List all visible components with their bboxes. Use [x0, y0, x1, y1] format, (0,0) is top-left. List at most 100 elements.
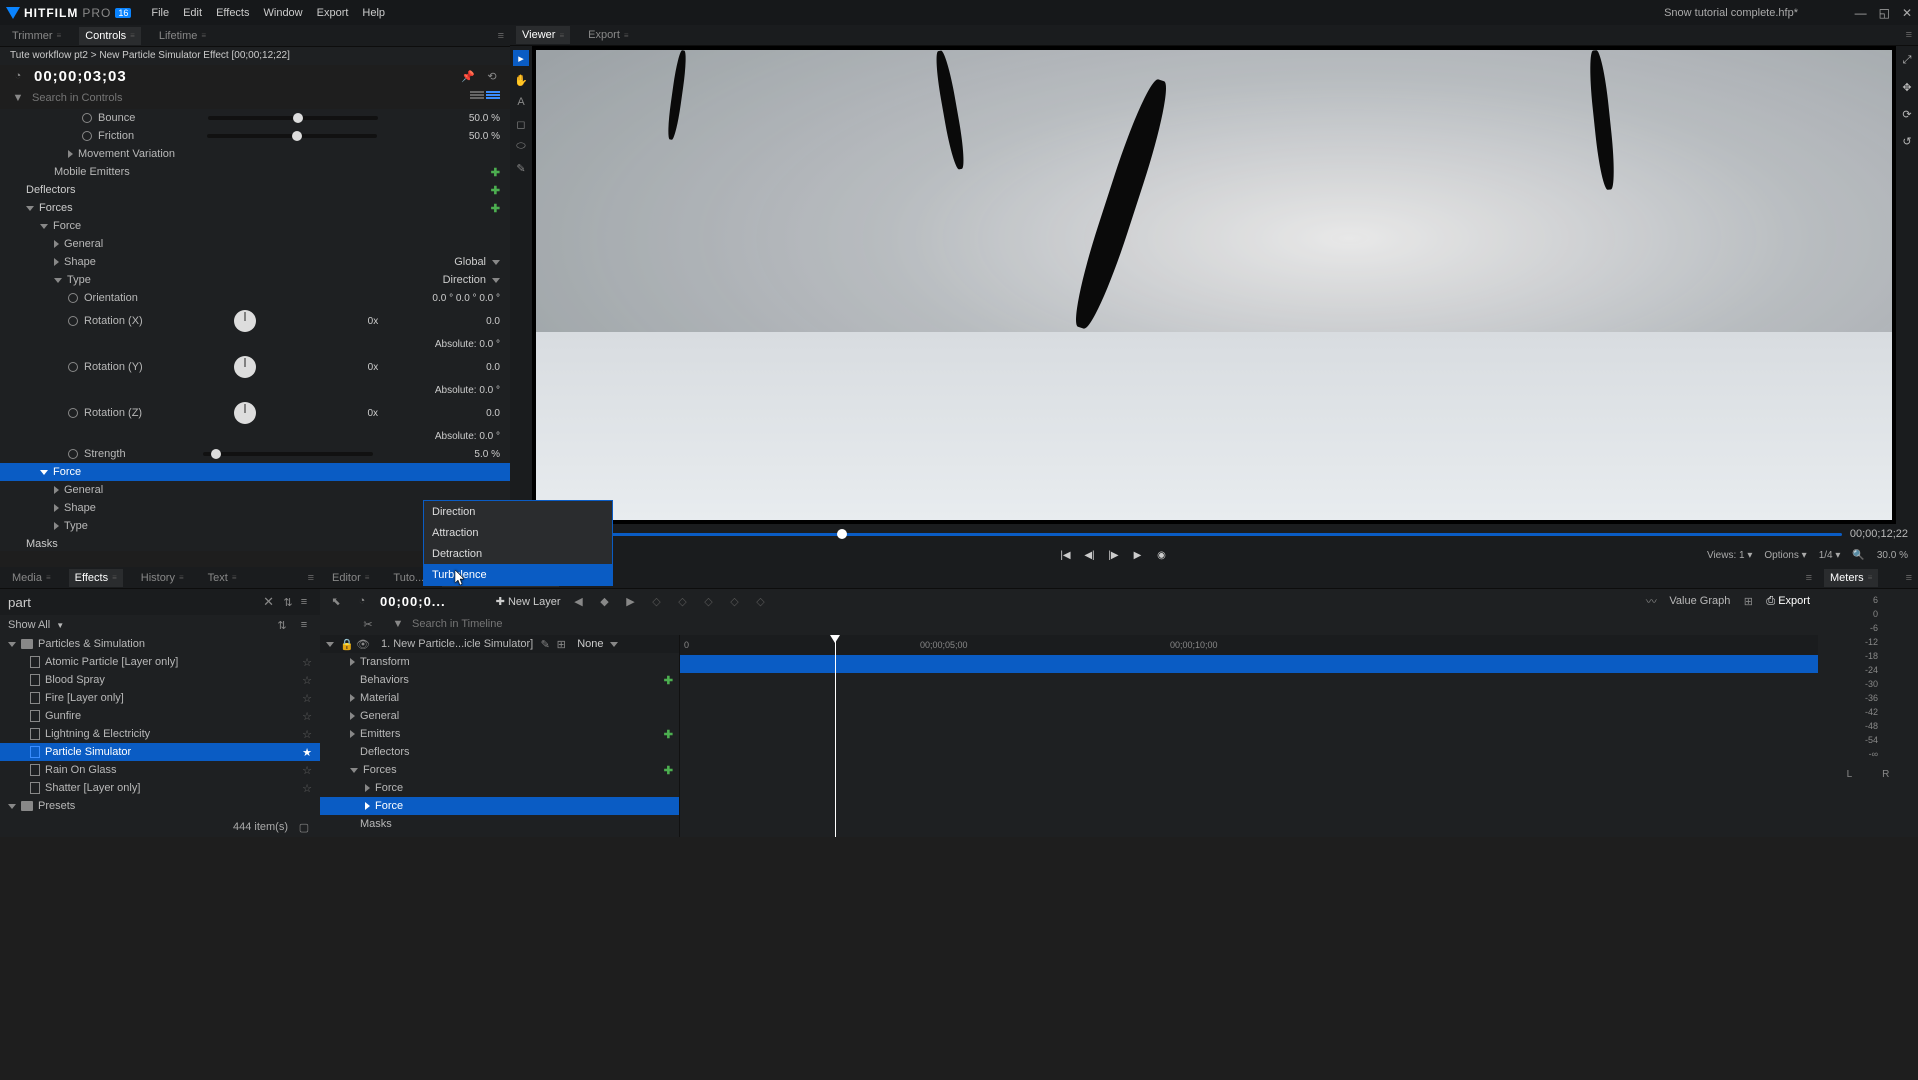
select-tool-icon[interactable]: ⬉: [328, 593, 344, 609]
zoom-icon[interactable]: 🔍: [1852, 550, 1864, 561]
filter-icon[interactable]: ▼: [390, 616, 406, 632]
scrub-bar[interactable]: 00;00;00;00 00;00;12;22: [510, 524, 1918, 543]
kf-icon[interactable]: ◇: [675, 593, 691, 609]
fx-item-selected[interactable]: Particle Simulator: [45, 746, 131, 758]
options-dropdown[interactable]: Options ▾: [1764, 550, 1806, 561]
tab-export[interactable]: Export≡: [582, 26, 634, 44]
collapse-icon[interactable]: [26, 206, 34, 211]
blend-mode-dropdown[interactable]: None: [577, 638, 617, 650]
keyframe-toggle[interactable]: [82, 113, 92, 123]
layer-general[interactable]: General: [360, 710, 399, 722]
graph-icon[interactable]: 〰: [1643, 593, 1659, 609]
prop-force-2-selected[interactable]: Force: [53, 466, 81, 478]
kf-icon[interactable]: ◇: [753, 593, 769, 609]
menu-file[interactable]: File: [151, 7, 169, 19]
star-icon[interactable]: ☆: [302, 674, 312, 687]
detail-view-icon[interactable]: [486, 91, 500, 105]
next-kf-icon[interactable]: ▶: [623, 593, 639, 609]
select-tool-icon[interactable]: ▸: [513, 50, 529, 66]
clock-icon[interactable]: ◔: [354, 593, 370, 609]
add-icon[interactable]: ✚: [664, 764, 673, 777]
rotation-dial[interactable]: [234, 310, 256, 332]
prop-force-1[interactable]: Force: [53, 220, 81, 232]
layer-deflectors[interactable]: Deflectors: [360, 746, 410, 758]
orbit-tool-icon[interactable]: ⟳: [1902, 108, 1911, 121]
expand-icon[interactable]: [54, 486, 59, 494]
keyframe-toggle[interactable]: [68, 293, 78, 303]
prop-type[interactable]: Type: [67, 274, 91, 286]
panel-menu-icon[interactable]: ≡: [1906, 29, 1912, 41]
layer-masks[interactable]: Masks: [360, 818, 392, 830]
value-graph-toggle[interactable]: Value Graph: [1669, 595, 1730, 607]
fx-item[interactable]: Shatter [Layer only]: [45, 782, 140, 794]
fx-group[interactable]: Particles & Simulation: [38, 638, 145, 650]
expand-icon[interactable]: [8, 804, 16, 809]
layer-emitters[interactable]: Emitters: [360, 728, 400, 740]
sort-icon[interactable]: ⇅: [274, 617, 290, 633]
controls-search-input[interactable]: [32, 92, 464, 104]
prev-kf-icon[interactable]: ◀: [571, 593, 587, 609]
shape-tool-icon[interactable]: ◻: [513, 116, 529, 132]
star-icon[interactable]: ☆: [302, 782, 312, 795]
kf-icon[interactable]: ◇: [727, 593, 743, 609]
expand-icon[interactable]: [54, 240, 59, 248]
add-icon[interactable]: ✚: [664, 728, 673, 741]
new-folder-icon[interactable]: ▢: [296, 819, 312, 835]
dropdown-item-turbulence[interactable]: Turbulence: [424, 564, 612, 585]
prop-type-2[interactable]: Type: [64, 520, 88, 532]
prop-masks[interactable]: Masks: [26, 538, 58, 550]
collapse-icon[interactable]: [40, 224, 48, 229]
scrub-thumb[interactable]: [837, 529, 847, 539]
show-all-dropdown[interactable]: Show All: [8, 619, 50, 631]
timeline-ruler[interactable]: 0 00;00;05;00 00;00;10;00: [680, 635, 1818, 655]
expand-icon[interactable]: [54, 504, 59, 512]
collapse-icon[interactable]: [350, 768, 358, 773]
fx-item[interactable]: Blood Spray: [45, 674, 105, 686]
expand-icon[interactable]: [54, 258, 59, 266]
preview-viewport[interactable]: [536, 50, 1892, 520]
filter-icon[interactable]: ▼: [10, 90, 26, 106]
sort-icon[interactable]: ⇅: [280, 594, 296, 610]
keyframe-toggle[interactable]: [82, 131, 92, 141]
menu-edit[interactable]: Edit: [183, 7, 202, 19]
effects-search-input[interactable]: [8, 595, 263, 610]
list-icon[interactable]: ≡: [296, 594, 312, 610]
pen-tool-icon[interactable]: ✎: [513, 160, 529, 176]
prop-movement-variation[interactable]: Movement Variation: [78, 148, 175, 160]
reset-view-icon[interactable]: ↺: [1902, 135, 1911, 148]
fx-presets[interactable]: Presets: [38, 800, 75, 812]
expand-icon[interactable]: [68, 150, 73, 158]
prop-general-2[interactable]: General: [64, 484, 103, 496]
go-start-icon[interactable]: |◀: [1056, 546, 1074, 564]
expand-icon[interactable]: [365, 802, 370, 810]
rotation-dial[interactable]: [234, 402, 256, 424]
panel-menu-icon[interactable]: ≡: [1906, 572, 1912, 584]
layer-behaviors[interactable]: Behaviors: [360, 674, 409, 686]
timeline-search-input[interactable]: [412, 618, 1808, 630]
collapse-icon[interactable]: [54, 278, 62, 283]
expand-icon[interactable]: [350, 658, 355, 666]
fx-item[interactable]: Lightning & Electricity: [45, 728, 150, 740]
dropdown-item-attraction[interactable]: Attraction: [424, 522, 612, 543]
fx-item[interactable]: Rain On Glass: [45, 764, 117, 776]
add-icon[interactable]: ✚: [664, 674, 673, 687]
minimize-button[interactable]: —: [1855, 6, 1867, 20]
lock-icon[interactable]: 🔒: [339, 636, 355, 652]
maximize-button[interactable]: ◱: [1879, 6, 1890, 20]
loop-icon[interactable]: ◉: [1152, 546, 1170, 564]
timeline-timecode[interactable]: 00;00;0...: [380, 594, 446, 609]
add-icon[interactable]: ✚: [491, 166, 500, 179]
expand-icon[interactable]: [350, 730, 355, 738]
rotation-dial[interactable]: [234, 356, 256, 378]
timeline-clip[interactable]: [680, 655, 1818, 673]
resolution-dropdown[interactable]: 1/4 ▾: [1819, 550, 1841, 561]
clock-icon[interactable]: ◔: [10, 68, 26, 84]
star-icon[interactable]: ☆: [302, 710, 312, 723]
clear-search-icon[interactable]: ✕: [263, 594, 274, 610]
layer-force-1[interactable]: Force: [375, 782, 403, 794]
star-icon[interactable]: ☆: [302, 764, 312, 777]
fx-item[interactable]: Fire [Layer only]: [45, 692, 124, 704]
fx-item[interactable]: Gunfire: [45, 710, 81, 722]
collapse-icon[interactable]: [326, 642, 334, 647]
prop-forces[interactable]: Forces: [39, 202, 73, 214]
